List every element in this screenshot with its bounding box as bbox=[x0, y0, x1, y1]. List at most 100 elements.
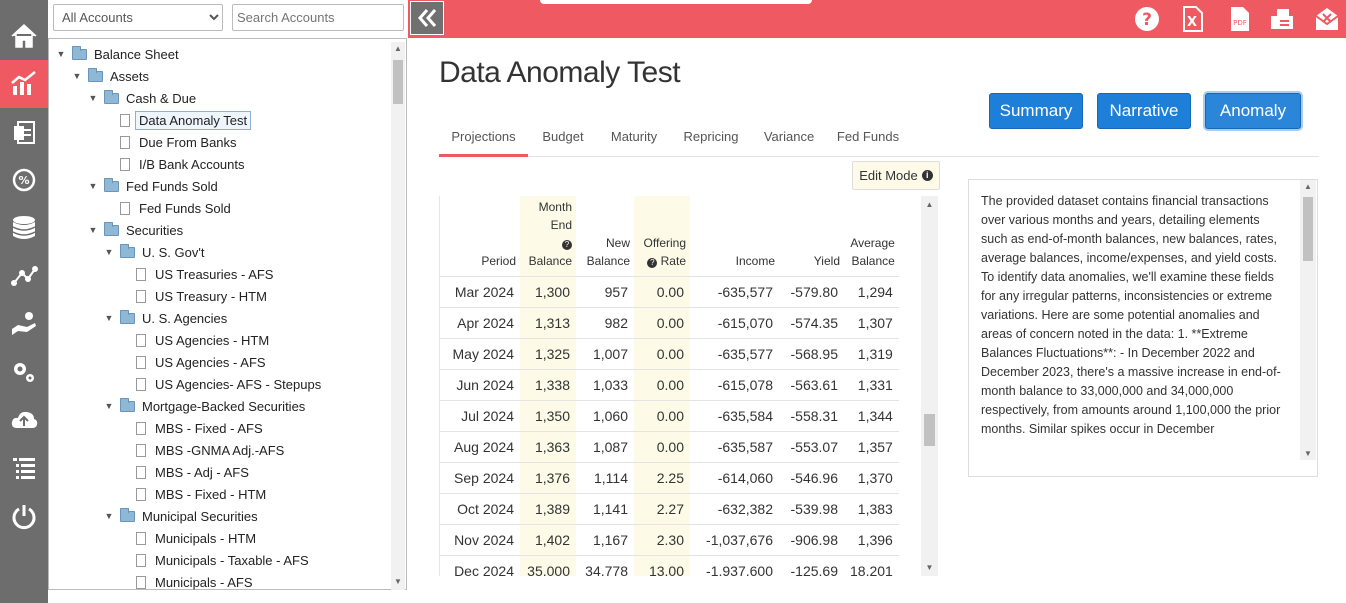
edit-mode-button[interactable]: Edit Mode i bbox=[852, 161, 940, 190]
table-scrollbar[interactable]: ▲ ▼ bbox=[921, 196, 938, 576]
tree-scroll-thumb[interactable] bbox=[393, 60, 403, 104]
tree-leaf-node[interactable]: Fed Funds Sold bbox=[104, 197, 231, 219]
tree-folder-node[interactable]: ▼ Mortgage-Backed Securities bbox=[104, 395, 305, 417]
month-end-balance-cell[interactable]: 1,313 bbox=[520, 307, 576, 339]
collapse-panel-button[interactable] bbox=[410, 1, 444, 35]
month-end-balance-cell[interactable]: 1,389 bbox=[520, 493, 576, 525]
tree-leaf-node[interactable]: US Agencies - AFS bbox=[120, 351, 266, 373]
month-end-balance-cell[interactable]: 1,376 bbox=[520, 462, 576, 494]
offering-rate-cell[interactable]: 0.00 bbox=[634, 431, 690, 463]
tab-variance[interactable]: Variance bbox=[757, 118, 821, 154]
scroll-down-arrow-icon[interactable]: ▼ bbox=[921, 563, 938, 572]
new-balance-header: New Balance bbox=[586, 236, 630, 268]
tree-folder-node[interactable]: ▼ Balance Sheet bbox=[56, 43, 179, 65]
tree-folder-node[interactable]: ▼ U. S. Gov't bbox=[104, 241, 204, 263]
expand-toggle-icon[interactable]: ▼ bbox=[72, 71, 82, 81]
tab-fed-funds[interactable]: Fed Funds bbox=[833, 118, 903, 154]
tree-folder-node[interactable]: ▼ Fed Funds Sold bbox=[88, 175, 218, 197]
help-circle-icon: ? bbox=[647, 258, 658, 268]
tree-folder-node[interactable]: ▼ Securities bbox=[88, 219, 183, 241]
settings-icon[interactable] bbox=[0, 348, 48, 396]
home-icon[interactable] bbox=[0, 12, 48, 60]
account-filter-select[interactable]: All Accounts bbox=[53, 4, 223, 31]
month-end-balance-cell[interactable]: 1,350 bbox=[520, 400, 576, 432]
list-icon[interactable] bbox=[0, 444, 48, 492]
email-icon[interactable] bbox=[1313, 5, 1341, 33]
help-icon[interactable]: ? bbox=[1133, 5, 1161, 33]
report-icon[interactable] bbox=[0, 108, 48, 156]
expand-toggle-icon[interactable]: ▼ bbox=[104, 511, 114, 521]
offering-rate-cell[interactable]: 2.25 bbox=[634, 462, 690, 494]
expand-toggle-icon[interactable]: ▼ bbox=[104, 247, 114, 257]
tree-leaf-node[interactable]: MBS -GNMA Adj.-AFS bbox=[120, 439, 284, 461]
offering-rate-cell[interactable]: 2.27 bbox=[634, 493, 690, 525]
tree-leaf-node[interactable]: US Agencies - HTM bbox=[120, 329, 269, 351]
offering-rate-cell[interactable]: 2.30 bbox=[634, 524, 690, 556]
search-accounts-input[interactable] bbox=[232, 4, 404, 31]
period-cell: Oct 2024 bbox=[440, 493, 520, 525]
offering-rate-cell[interactable]: 0.00 bbox=[634, 369, 690, 401]
tree-scrollbar[interactable]: ▲ ▼ bbox=[391, 42, 405, 590]
month-end-balance-cell[interactable]: 1,402 bbox=[520, 524, 576, 556]
tree-folder-node[interactable]: ▼ Municipal Securities bbox=[104, 505, 258, 527]
hand-icon[interactable] bbox=[0, 300, 48, 348]
scroll-down-arrow-icon[interactable]: ▼ bbox=[391, 577, 405, 586]
new-balance-cell: 1,114 bbox=[576, 462, 634, 494]
narrative-scroll-thumb[interactable] bbox=[1303, 197, 1313, 261]
tree-leaf-node[interactable]: MBS - Fixed - HTM bbox=[120, 483, 266, 505]
expand-toggle-icon[interactable]: ▼ bbox=[88, 93, 98, 103]
offering-rate-cell[interactable]: 0.00 bbox=[634, 307, 690, 339]
tree-folder-node[interactable]: ▼ Cash & Due bbox=[88, 87, 196, 109]
tree-leaf-node[interactable]: Data Anomaly Test bbox=[104, 109, 252, 131]
tab-maturity[interactable]: Maturity bbox=[603, 118, 665, 154]
scroll-down-arrow-icon[interactable]: ▼ bbox=[1300, 449, 1316, 458]
tree-leaf-node[interactable]: US Agencies- AFS - Stepups bbox=[120, 373, 321, 395]
tree-leaf-node[interactable]: Municipals - Taxable - AFS bbox=[120, 549, 309, 571]
tree-leaf-node[interactable]: US Treasury - HTM bbox=[120, 285, 267, 307]
chart-icon[interactable] bbox=[0, 60, 48, 108]
scroll-up-arrow-icon[interactable]: ▲ bbox=[1300, 182, 1316, 191]
database-icon[interactable] bbox=[0, 204, 48, 252]
expand-toggle-icon[interactable]: ▼ bbox=[88, 225, 98, 235]
tree-leaf-node[interactable]: MBS - Adj - AFS bbox=[120, 461, 249, 483]
narrative-scrollbar[interactable]: ▲ ▼ bbox=[1300, 180, 1316, 460]
period-cell: Jul 2024 bbox=[440, 400, 520, 432]
tree-leaf-node[interactable]: Due From Banks bbox=[104, 131, 237, 153]
network-icon[interactable] bbox=[0, 252, 48, 300]
offering-rate-cell[interactable]: 0.00 bbox=[634, 400, 690, 432]
cloud-upload-icon[interactable] bbox=[0, 396, 48, 444]
new-balance-cell: 1,167 bbox=[576, 524, 634, 556]
scroll-up-arrow-icon[interactable]: ▲ bbox=[921, 200, 938, 209]
scroll-up-arrow-icon[interactable]: ▲ bbox=[391, 44, 405, 53]
month-end-balance-cell[interactable]: 1,300 bbox=[520, 276, 576, 308]
tab-budget[interactable]: Budget bbox=[535, 118, 591, 154]
document-icon bbox=[136, 421, 146, 435]
tree-leaf-node[interactable]: MBS - Fixed - AFS bbox=[120, 417, 263, 439]
expand-toggle-icon[interactable]: ▼ bbox=[88, 181, 98, 191]
tab-repricing[interactable]: Repricing bbox=[677, 118, 745, 154]
month-end-balance-cell[interactable]: 1,325 bbox=[520, 338, 576, 370]
month-end-balance-cell[interactable]: 1,338 bbox=[520, 369, 576, 401]
power-icon[interactable] bbox=[0, 492, 48, 540]
tab-projections[interactable]: Projections bbox=[439, 118, 528, 157]
expand-toggle-icon[interactable]: ▼ bbox=[104, 313, 114, 323]
offering-rate-cell[interactable]: 13.00 bbox=[634, 555, 690, 576]
tree-leaf-node[interactable]: US Treasuries - AFS bbox=[120, 263, 273, 285]
offering-rate-cell[interactable]: 0.00 bbox=[634, 338, 690, 370]
tree-folder-node[interactable]: ▼ U. S. Agencies bbox=[104, 307, 227, 329]
fax-icon[interactable] bbox=[1268, 5, 1296, 33]
tree-folder-node[interactable]: ▼ Assets bbox=[72, 65, 149, 87]
tree-leaf-node[interactable]: I/B Bank Accounts bbox=[104, 153, 245, 175]
tree-leaf-node[interactable]: Municipals - HTM bbox=[120, 527, 256, 549]
tree-leaf-node[interactable]: Municipals - AFS bbox=[120, 571, 253, 593]
month-end-balance-cell[interactable]: 1,363 bbox=[520, 431, 576, 463]
table-scroll-thumb[interactable] bbox=[924, 414, 935, 446]
pdf-icon[interactable]: PDF bbox=[1225, 5, 1253, 33]
expand-toggle-icon[interactable]: ▼ bbox=[104, 401, 114, 411]
top-search-box[interactable] bbox=[540, 0, 812, 4]
rate-cycle-icon[interactable]: % bbox=[0, 156, 48, 204]
expand-toggle-icon[interactable]: ▼ bbox=[56, 49, 66, 59]
excel-icon[interactable]: X bbox=[1178, 5, 1206, 33]
month-end-balance-cell[interactable]: 35,000 bbox=[520, 555, 576, 576]
offering-rate-cell[interactable]: 0.00 bbox=[634, 276, 690, 308]
